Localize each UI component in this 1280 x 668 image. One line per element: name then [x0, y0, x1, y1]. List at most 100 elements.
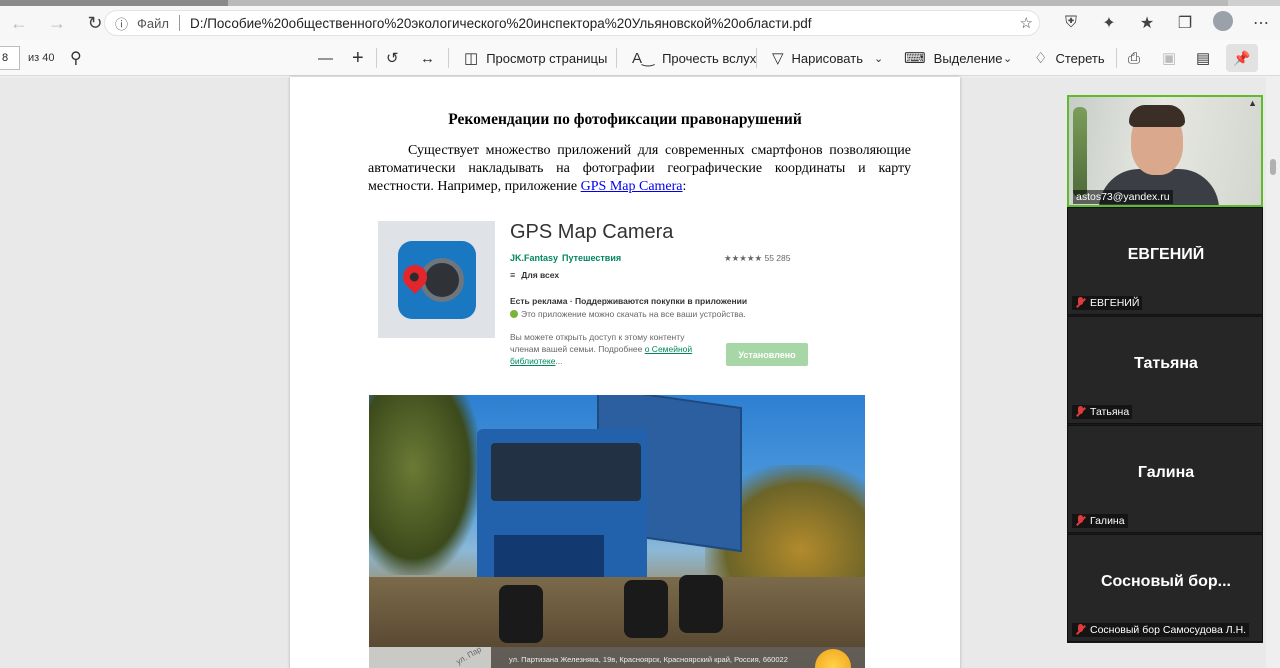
- page-total: из 40: [28, 51, 55, 64]
- participant-tile[interactable]: Сосновый бор... Сосновый бор Самосудова …: [1067, 534, 1263, 642]
- erase-label: Стереть: [1055, 50, 1105, 66]
- participant-name-large: Татьяна: [1134, 355, 1198, 372]
- url-prefix: Файл: [137, 15, 169, 31]
- draw-label: Нарисовать: [791, 50, 863, 66]
- vertical-scrollbar[interactable]: [1266, 77, 1280, 668]
- save-icon[interactable]: ▣: [1162, 40, 1184, 76]
- participant-name-label: Татьяна: [1072, 405, 1133, 419]
- divider: [448, 48, 449, 68]
- profile-icon[interactable]: [1204, 10, 1242, 36]
- scrollbar-thumb[interactable]: [1270, 159, 1276, 175]
- draw-icon: ▽: [772, 50, 784, 67]
- draw-button[interactable]: ▽ Нарисовать: [772, 40, 863, 76]
- url-text[interactable]: D:/Пособие%20общественного%20экологическ…: [190, 16, 812, 31]
- app-rating: ★★★★★ 55 285: [724, 253, 791, 263]
- save-as-icon[interactable]: ▤: [1196, 40, 1218, 76]
- zoom-in-icon[interactable]: +: [352, 40, 372, 76]
- eraser-icon: ♢: [1034, 50, 1048, 67]
- read-aloud-icon: A‿: [632, 50, 655, 67]
- info-icon[interactable]: ⓘ: [115, 14, 135, 33]
- age-rating-label: Для всех: [521, 270, 560, 280]
- pin-toolbar-icon[interactable]: 📌: [1226, 44, 1258, 72]
- participant-name-small: Татьяна: [1090, 406, 1130, 418]
- read-aloud-label: Прочесть вслух: [662, 50, 757, 66]
- geo-stamp: ул. Пар ул. Партизана Железняка, 19в, Кр…: [369, 645, 865, 668]
- tile-menu-icon[interactable]: ▲: [1248, 98, 1257, 108]
- more-icon[interactable]: ⋯: [1242, 13, 1280, 33]
- participant-name-large: Сосновый бор...: [1101, 573, 1231, 590]
- document-paragraph: Существует множество приложений для совр…: [368, 142, 911, 196]
- participant-name-small: Сосновый бор Самосудова Л.Н.: [1090, 624, 1247, 636]
- page-view-button[interactable]: ◫ Просмотр страницы: [464, 40, 607, 76]
- highlight-dropdown-chevron-icon[interactable]: ⌄: [1003, 40, 1020, 76]
- family-end: ...: [555, 356, 563, 366]
- zoom-out-icon[interactable]: —: [318, 40, 341, 76]
- page-view-label: Просмотр страницы: [486, 50, 608, 66]
- app-icon-box: [378, 221, 495, 338]
- age-rating: ≡ Для всех: [510, 270, 559, 280]
- shield-icon[interactable]: ⛨: [1052, 14, 1090, 32]
- devices-notice: Это приложение можно скачать на все ваши…: [510, 309, 746, 319]
- participant-tile[interactable]: Галина Галина: [1067, 425, 1263, 533]
- favorites-icon[interactable]: ★: [1128, 13, 1166, 33]
- self-email-label: astos73@yandex.ru: [1073, 190, 1173, 204]
- read-aloud-button[interactable]: A‿ Прочесть вслух: [632, 40, 756, 76]
- video-call-panel: ▲ astos73@yandex.ru ЕВГЕНИЙ ЕВГЕНИЙ Тать…: [1067, 95, 1263, 643]
- geo-address: ул. Партизана Железняка, 19в, Красноярск…: [509, 655, 788, 664]
- page-number-input[interactable]: 8: [0, 45, 20, 70]
- collections-icon[interactable]: ❐: [1166, 13, 1204, 33]
- camera-app-icon: [397, 240, 476, 319]
- mic-off-icon: [1075, 406, 1085, 418]
- participant-tile[interactable]: Татьяна Татьяна: [1067, 316, 1263, 424]
- print-icon[interactable]: ⎙: [1128, 40, 1148, 76]
- participant-tile[interactable]: ЕВГЕНИЙ ЕВГЕНИЙ: [1067, 207, 1263, 315]
- erase-button[interactable]: ♢ Стереть: [1034, 40, 1105, 76]
- draw-dropdown-chevron-icon[interactable]: ⌄: [874, 40, 891, 76]
- participant-name-small: Галина: [1090, 515, 1125, 527]
- highlight-label: Выделение: [933, 50, 1003, 66]
- divider: [376, 48, 377, 68]
- pdf-page: Рекомендации по фотофиксации правонаруше…: [290, 77, 960, 668]
- divider: [178, 15, 180, 31]
- page-view-icon: ◫: [464, 50, 479, 67]
- divider: [616, 48, 617, 68]
- highlight-button[interactable]: ⌨ Выделение: [904, 40, 1003, 76]
- participant-name-large: ЕВГЕНИЙ: [1127, 246, 1205, 263]
- rotate-icon[interactable]: ↺: [386, 40, 407, 76]
- app-developer: JK.Fantasy: [510, 253, 559, 263]
- devices-notice-text: Это приложение можно скачать на все ваши…: [521, 309, 746, 319]
- participant-name-label: ЕВГЕНИЙ: [1072, 296, 1143, 310]
- browser-actions: ⛨ ✦ ★ ❐ ⋯: [1052, 6, 1280, 40]
- mic-off-icon: [1075, 515, 1085, 527]
- address-bar[interactable]: ⓘ Файл D:/Пособие%20общественного%20экол…: [104, 10, 1040, 36]
- divider: [1116, 48, 1117, 68]
- self-video-tile[interactable]: ▲ astos73@yandex.ru: [1067, 95, 1263, 207]
- pdf-toolbar: 8 из 40 ⚲ — + ↺ ↔ ◫ Просмотр страницы A‿ П…: [0, 40, 1280, 76]
- participant-name-small: ЕВГЕНИЙ: [1090, 297, 1140, 309]
- ads-notice: Есть реклама · Поддерживаются покупки в …: [510, 296, 748, 306]
- mic-off-icon: [1075, 297, 1085, 309]
- esrb-icon: ≡: [510, 270, 516, 280]
- back-icon[interactable]: ←: [0, 6, 38, 40]
- check-icon: [510, 310, 518, 318]
- installed-button: Установлено: [726, 343, 808, 366]
- add-favorite-icon[interactable]: ☆: [1020, 14, 1033, 32]
- address-bar-row: ← → ↻ ⓘ Файл D:/Пособие%20общественного%…: [0, 6, 1280, 40]
- search-icon[interactable]: ⚲: [70, 48, 82, 68]
- paragraph-end: :: [682, 179, 687, 194]
- divider: [756, 48, 757, 68]
- participant-name-label: Сосновый бор Самосудова Л.Н.: [1072, 623, 1250, 637]
- app-name: GPS Map Camera: [510, 221, 674, 243]
- forward-icon[interactable]: →: [38, 6, 76, 40]
- extensions-icon[interactable]: ✦: [1090, 13, 1128, 33]
- avatar[interactable]: [1213, 10, 1233, 31]
- fit-page-icon[interactable]: ↔: [420, 40, 443, 76]
- family-notice: Вы можете открыть доступ к этому контент…: [510, 331, 700, 367]
- weather-sun-icon: [815, 649, 851, 668]
- app-category: Путешествия: [562, 253, 622, 263]
- document-title: Рекомендации по фотофиксации правонаруше…: [448, 111, 802, 128]
- truck-photo: ул. Пар ул. Партизана Железняка, 19в, Кр…: [369, 395, 865, 668]
- app-store-card: GPS Map Camera JK.Fantasy Путешествия ★★…: [378, 221, 828, 371]
- mic-off-icon: [1075, 624, 1085, 636]
- gps-map-camera-link[interactable]: GPS Map Camera: [581, 179, 683, 194]
